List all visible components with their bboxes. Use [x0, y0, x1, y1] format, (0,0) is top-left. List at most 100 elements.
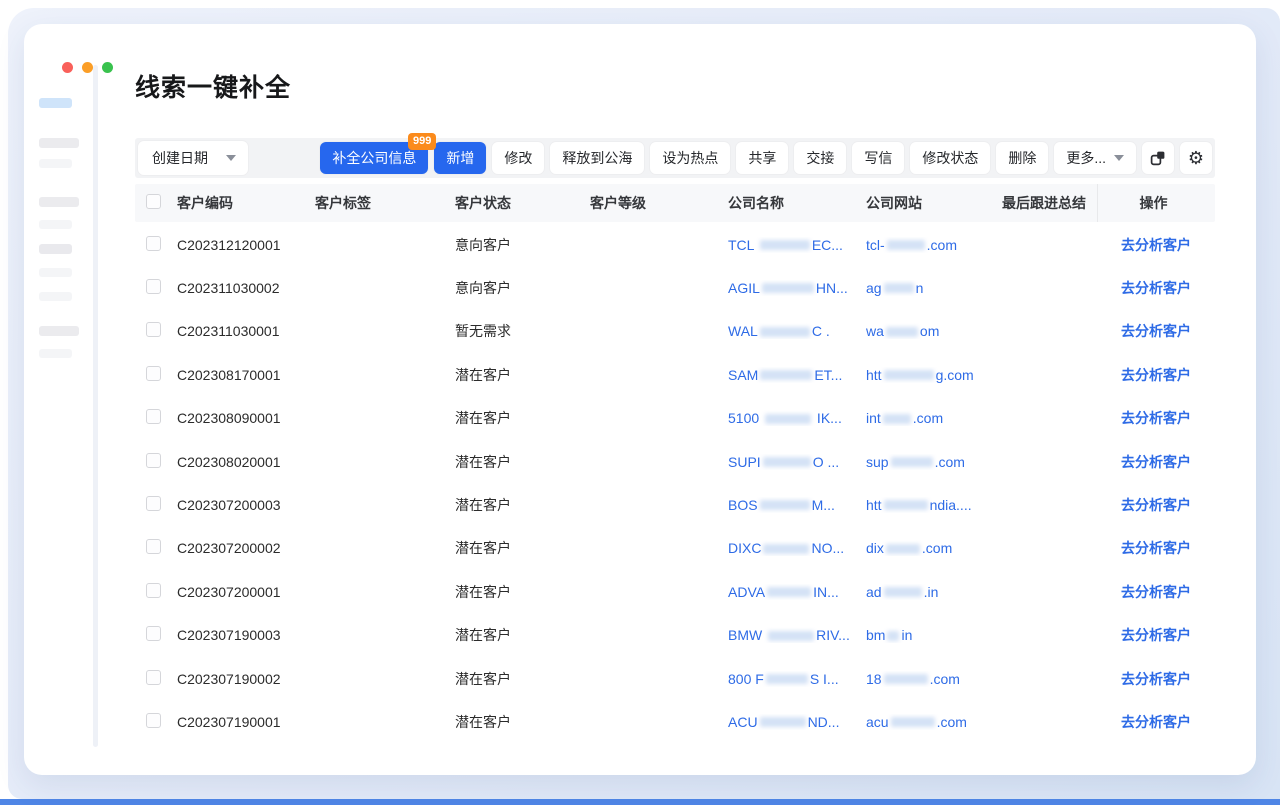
row-checkbox[interactable] — [146, 539, 161, 554]
customer-status-cell: 潜在客户 — [455, 582, 590, 602]
minimize-window-icon[interactable] — [82, 62, 93, 73]
analyze-customer-link[interactable]: 去分析客户 — [1121, 410, 1191, 426]
company-name-cell[interactable]: 800 FS I... — [728, 671, 866, 687]
analyze-customer-link[interactable]: 去分析客户 — [1121, 627, 1191, 643]
toolbar-button-设为热点[interactable]: 设为热点 — [650, 142, 730, 174]
company-name-cell[interactable]: 5100 IK... — [728, 410, 866, 426]
action-cell: 去分析客户 — [1097, 669, 1215, 689]
company-name-cell[interactable]: SUPIO ... — [728, 454, 866, 470]
text-fragment: HN... — [816, 280, 848, 296]
row-checkbox[interactable] — [146, 236, 161, 251]
company-website-cell[interactable]: httndia.... — [866, 497, 1002, 513]
text-fragment: WAL — [728, 323, 758, 339]
toolbar-button-写信[interactable]: 写信 — [852, 142, 904, 174]
skeleton-bar — [39, 197, 79, 207]
redacted-blur — [760, 240, 810, 250]
row-checkbox[interactable] — [146, 279, 161, 294]
skeleton-bar — [39, 292, 72, 301]
analyze-customer-link[interactable]: 去分析客户 — [1121, 714, 1191, 730]
column-header: 客户编码 — [177, 193, 315, 213]
toolbar-button-修改[interactable]: 修改 — [492, 142, 544, 174]
redacted-blur — [760, 370, 812, 380]
analyze-customer-link[interactable]: 去分析客户 — [1121, 540, 1191, 556]
maximize-window-icon[interactable] — [102, 62, 113, 73]
row-checkbox[interactable] — [146, 583, 161, 598]
toolbar-button-修改状态[interactable]: 修改状态 — [910, 142, 990, 174]
company-website-cell[interactable]: agn — [866, 280, 1002, 296]
row-checkbox[interactable] — [146, 496, 161, 511]
customer-code-cell: C202307190002 — [177, 671, 315, 687]
company-website-cell[interactable]: dix.com — [866, 540, 1002, 556]
row-checkbox[interactable] — [146, 453, 161, 468]
settings-gear-icon[interactable]: ⚙ — [1180, 142, 1212, 174]
company-name-cell[interactable]: ACUND... — [728, 714, 866, 730]
company-website-cell[interactable]: sup.com — [866, 454, 1002, 470]
table-row: C202307200001潜在客户ADVAIN...ad.in去分析客户 — [135, 570, 1215, 613]
toolbar-button-交接[interactable]: 交接 — [794, 142, 846, 174]
company-name-cell[interactable]: DIXCNO... — [728, 540, 866, 556]
customer-status-cell: 潜在客户 — [455, 408, 590, 428]
company-website-cell[interactable]: httg.com — [866, 367, 1002, 383]
action-cell: 去分析客户 — [1097, 625, 1215, 645]
sidebar-divider-scrollbar[interactable] — [93, 65, 98, 747]
redacted-blur — [760, 327, 810, 337]
row-checkbox[interactable] — [146, 409, 161, 424]
text-fragment: acu — [866, 714, 889, 730]
company-name-cell[interactable]: SAMET... — [728, 367, 866, 383]
close-window-icon[interactable] — [62, 62, 73, 73]
analyze-customer-link[interactable]: 去分析客户 — [1121, 584, 1191, 600]
toolbar-button-释放到公海[interactable]: 释放到公海 — [550, 142, 644, 174]
company-website-cell[interactable]: acu.com — [866, 714, 1002, 730]
add-button[interactable]: 新增 — [434, 142, 486, 174]
toolbar-button-共享[interactable]: 共享 — [736, 142, 788, 174]
action-cell: 去分析客户 — [1097, 712, 1215, 732]
company-website-cell[interactable]: tcl-.com — [866, 237, 1002, 253]
row-checkbox[interactable] — [146, 626, 161, 641]
analyze-customer-link[interactable]: 去分析客户 — [1121, 454, 1191, 470]
analyze-customer-link[interactable]: 去分析客户 — [1121, 671, 1191, 687]
row-checkbox[interactable] — [146, 713, 161, 728]
company-name-cell[interactable]: AGILHN... — [728, 280, 866, 296]
table-row: C202311030002意向客户AGILHN...agn去分析客户 — [135, 266, 1215, 309]
customer-status-cell: 潜在客户 — [455, 452, 590, 472]
company-website-cell[interactable]: 18.com — [866, 671, 1002, 687]
toolbar-button-删除[interactable]: 删除 — [996, 142, 1048, 174]
row-checkbox[interactable] — [146, 322, 161, 337]
company-name-cell[interactable]: BMW RIV... — [728, 627, 866, 643]
analyze-customer-link[interactable]: 去分析客户 — [1121, 237, 1191, 253]
column-header: 公司网站 — [866, 193, 1002, 213]
text-fragment: bm — [866, 627, 885, 643]
row-checkbox[interactable] — [146, 366, 161, 381]
text-fragment: .com — [935, 454, 965, 470]
analyze-customer-link[interactable]: 去分析客户 — [1121, 323, 1191, 339]
redacted-blur — [884, 370, 934, 380]
company-website-cell[interactable]: ad.in — [866, 584, 1002, 600]
customer-status-cell: 潜在客户 — [455, 669, 590, 689]
text-fragment: .in — [924, 584, 939, 600]
company-website-cell[interactable]: bmin — [866, 627, 1002, 643]
table-row: C202311030001暂无需求WALC .waom去分析客户 — [135, 310, 1215, 353]
company-name-cell[interactable]: BOSM... — [728, 497, 866, 513]
more-button[interactable]: 更多... — [1054, 142, 1136, 174]
company-name-cell[interactable]: ADVAIN... — [728, 584, 866, 600]
company-name-cell[interactable]: TCL EC... — [728, 237, 866, 253]
create-date-filter-dropdown[interactable]: 创建日期 — [138, 141, 248, 175]
select-all-checkbox[interactable] — [146, 194, 161, 209]
redacted-blur — [884, 674, 928, 684]
company-website-cell[interactable]: waom — [866, 323, 1002, 339]
column-header: 公司名称 — [728, 193, 866, 213]
more-label: 更多... — [1066, 148, 1106, 168]
row-checkbox[interactable] — [146, 670, 161, 685]
company-website-cell[interactable]: int.com — [866, 410, 1002, 426]
analyze-customer-link[interactable]: 去分析客户 — [1121, 280, 1191, 296]
analyze-customer-link[interactable]: 去分析客户 — [1121, 497, 1191, 513]
redacted-blur — [760, 500, 810, 510]
switch-view-icon[interactable] — [1142, 142, 1174, 174]
text-fragment: NO... — [811, 540, 844, 556]
analyze-customer-link[interactable]: 去分析客户 — [1121, 367, 1191, 383]
action-cell: 去分析客户 — [1097, 452, 1215, 472]
text-fragment: .com — [922, 540, 952, 556]
table-row: C202307190001潜在客户ACUND...acu.com去分析客户 — [135, 700, 1215, 743]
company-name-cell[interactable]: WALC . — [728, 323, 866, 339]
text-fragment: g.com — [936, 367, 974, 383]
